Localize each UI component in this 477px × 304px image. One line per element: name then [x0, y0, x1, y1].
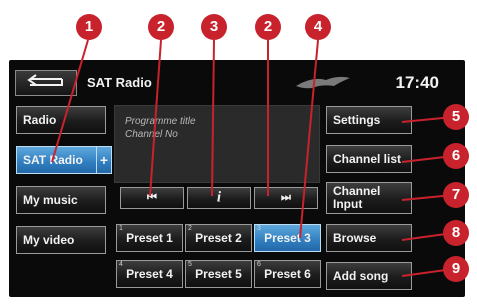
callout-badge: 9	[443, 256, 469, 282]
callout-badge: 2	[148, 14, 174, 40]
callout-leader-lines	[51, 39, 454, 277]
callout-badge: 1	[76, 14, 102, 40]
callout-badge: 3	[201, 14, 227, 40]
callout-badge: 5	[443, 104, 469, 130]
callout-badge: 8	[443, 220, 469, 246]
callout-badge: 2	[255, 14, 281, 40]
callout-badge: 6	[443, 143, 469, 169]
callout-badge: 7	[443, 182, 469, 208]
callout-badge: 4	[305, 14, 331, 40]
